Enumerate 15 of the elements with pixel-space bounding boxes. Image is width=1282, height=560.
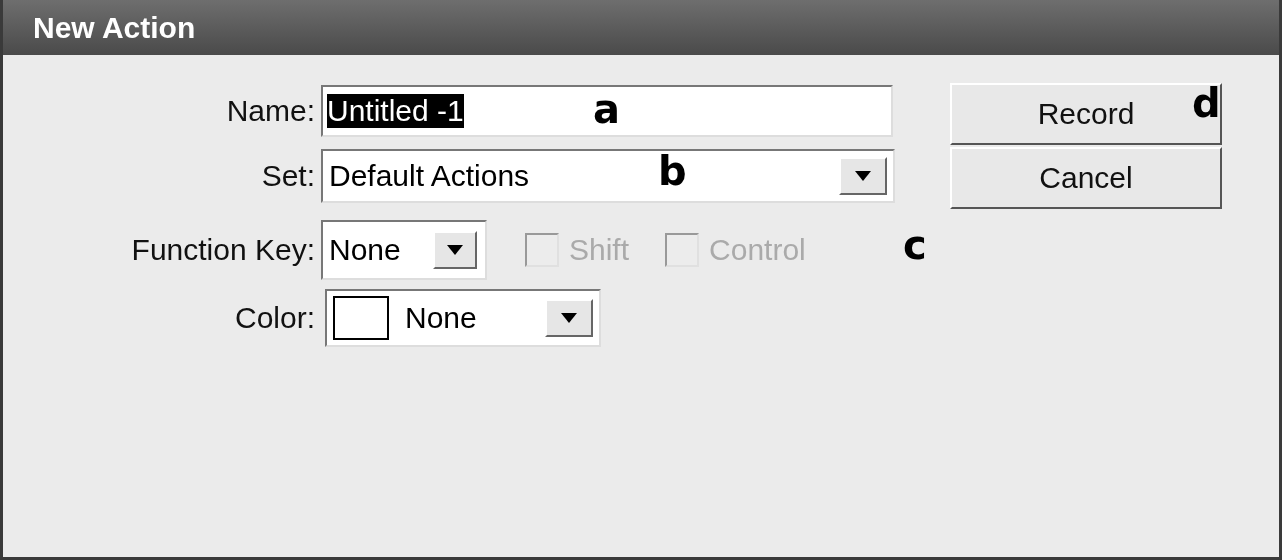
annotation-letter: b <box>658 151 687 191</box>
window-title: New Action <box>33 10 196 45</box>
annotation-letter: a <box>593 89 620 129</box>
color-dropdown[interactable]: None <box>325 289 601 347</box>
field-label: Function Key: <box>130 233 316 267</box>
annotation-letter: d <box>1192 83 1221 123</box>
function-key-dropdown[interactable]: None <box>321 220 487 280</box>
dialog-button[interactable]: Cancel <box>950 147 1222 209</box>
field-label: Name: <box>225 94 316 128</box>
field-label: Color: <box>233 301 316 335</box>
color-swatch <box>333 296 389 340</box>
checkbox-option: Control <box>665 233 806 267</box>
annotation-letter: c <box>903 225 927 265</box>
checkbox-option: Shift <box>525 233 630 267</box>
field-label: Set: <box>260 159 316 193</box>
